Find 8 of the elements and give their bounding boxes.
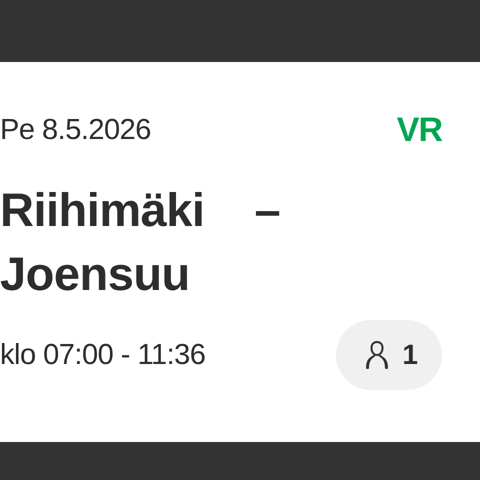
origin-station: Riihimäki [0,182,204,238]
trip-time: klo 07:00 - 11:36 [0,338,206,372]
destination-station: Joensuu [0,246,190,302]
route-dash: – [254,182,280,238]
vr-logo: VR [396,110,442,150]
person-icon [364,340,390,370]
trip-date: Pe 8.5.2026 [0,114,151,146]
passenger-count-button[interactable]: 1 [336,320,442,390]
